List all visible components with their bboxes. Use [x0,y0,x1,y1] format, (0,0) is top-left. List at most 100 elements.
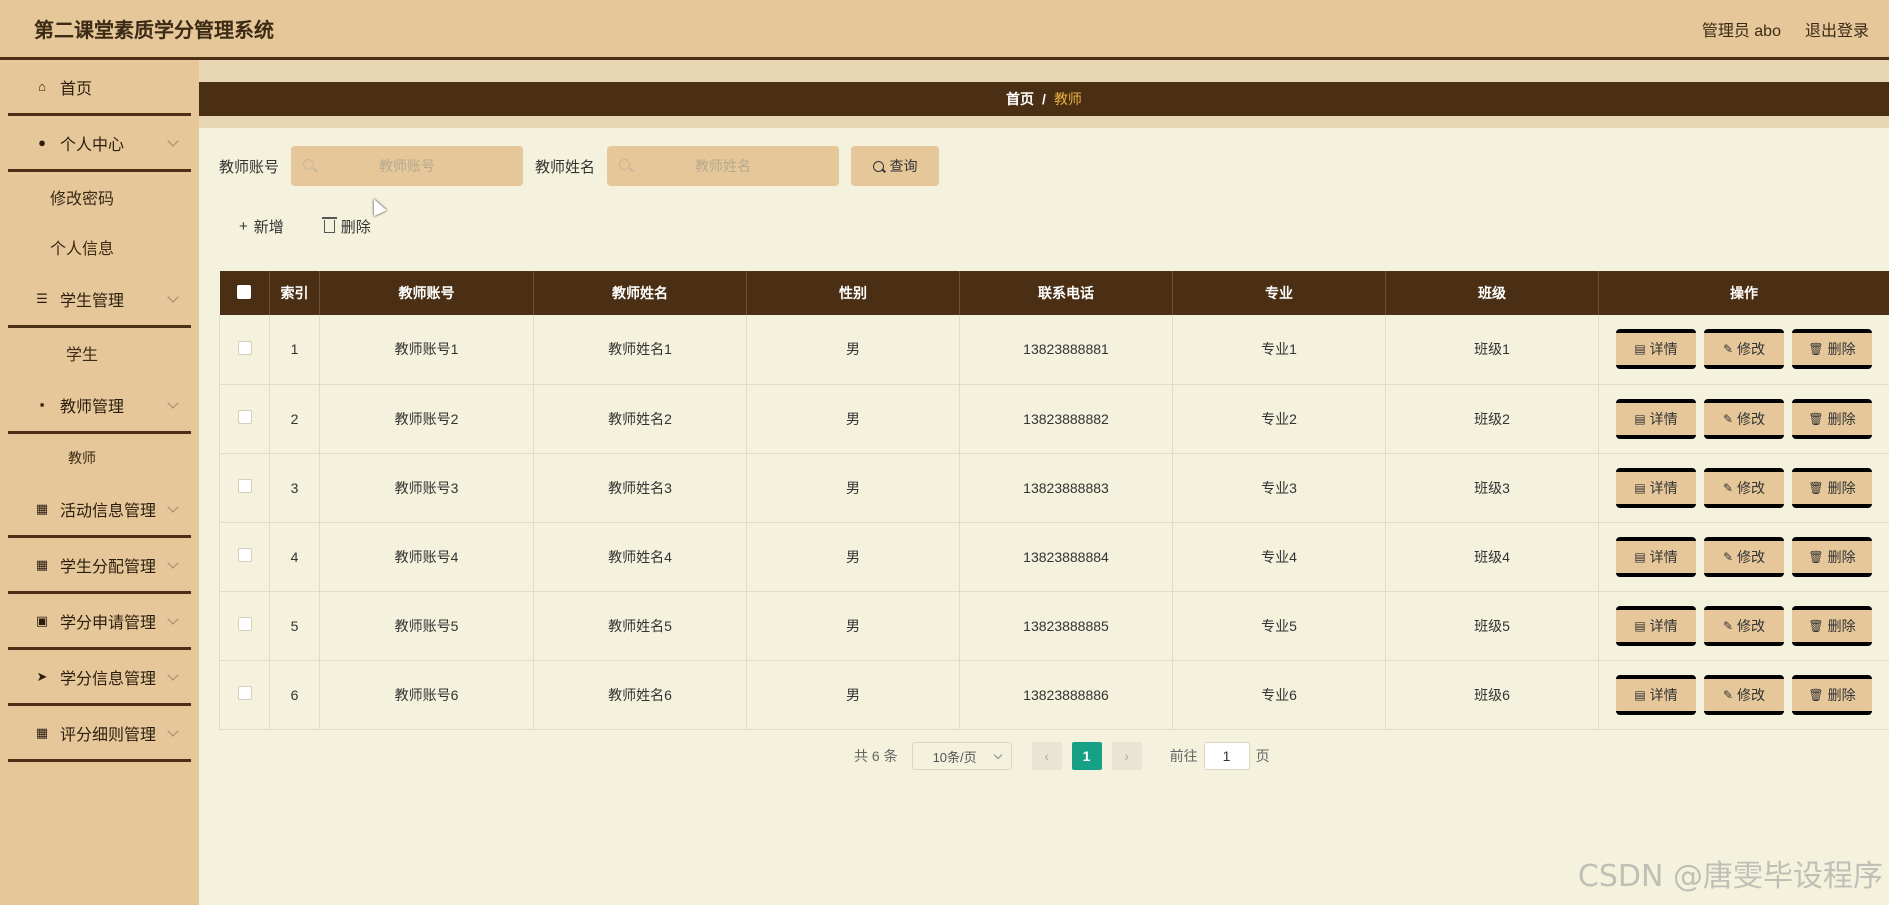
page-suffix: 页 [1255,748,1270,764]
row-checkbox[interactable] [237,340,252,355]
sidebar-item-activity-management[interactable]: ▦ 活动信息管理 [8,482,191,538]
cell-index: 2 [269,384,320,453]
document-icon: ▤ [1634,342,1646,357]
detail-button[interactable]: ▤ 详情 [1616,605,1696,646]
table-row: 1 教师账号1 教师姓名1 男 13823888881 专业1 班级1 ▤ 详情 ✎ 修改 🗑 删除 [219,315,1889,384]
column-header: 专业 [1172,271,1386,315]
breadcrumb-home[interactable]: 首页 [1006,89,1034,109]
search-icon [303,159,315,170]
sidebar-item-scoring-rules[interactable]: ▦ 评分细则管理 [8,706,191,762]
prev-page-button[interactable]: ‹ [1031,742,1062,770]
cell-index: 1 [269,315,320,384]
cell-class: 班级6 [1385,660,1599,729]
cell-name: 教师姓名5 [533,591,747,660]
detail-label: 详情 [1649,686,1678,703]
cell-class: 班级4 [1385,522,1599,591]
account-search-input[interactable]: 教师账号 [291,146,524,186]
row-checkbox[interactable] [237,410,252,424]
cell-major: 专业4 [1172,522,1386,591]
cell-operations: ▤ 详情 ✎ 修改 🗑 删除 [1598,453,1889,522]
trash-icon: 🗑 [1808,480,1824,495]
sidebar-subitem-student[interactable]: 学生 [8,328,191,378]
detail-button[interactable]: ▤ 详情 [1616,536,1696,577]
detail-button[interactable]: ▤ 详情 [1616,674,1696,715]
column-header: 操作 [1598,271,1889,315]
cell-index: 4 [269,522,320,591]
edit-label: 修改 [1737,410,1766,427]
name-search-input[interactable]: 教师姓名 [607,146,840,186]
row-checkbox[interactable] [237,479,252,493]
cell-name: 教师姓名3 [533,453,747,522]
query-button[interactable]: 查询 [851,146,940,186]
detail-button[interactable]: ▤ 详情 [1616,467,1696,508]
sidebar-item-student-management[interactable]: ☰ 学生管理 [8,272,191,328]
cell-operations: ▤ 详情 ✎ 修改 🗑 删除 [1598,522,1889,591]
add-button[interactable]: + 新增 [239,216,284,237]
delete-button[interactable]: 🗑 删除 [1792,674,1872,715]
grid-icon: ▦ [35,556,49,572]
cell-gender: 男 [746,660,960,729]
cell-phone: 13823888882 [959,384,1173,453]
edit-button[interactable]: ✎ 修改 [1704,536,1784,577]
cell-index: 3 [269,453,320,522]
current-user[interactable]: 管理员 abo [1702,17,1781,41]
detail-button[interactable]: ▤ 详情 [1616,329,1696,370]
delete-button[interactable]: 🗑 删除 [1792,329,1872,370]
page-size-select[interactable]: 10条/页 [911,742,1012,770]
document-icon: ▤ [1634,549,1646,564]
cell-gender: 男 [746,522,960,591]
name-label: 教师姓名 [535,158,596,176]
main-content: 首页 / 教师 教师账号 教师账号 教师姓名 教师姓名 查询 + 新增 删除 索… [199,60,1889,905]
edit-button[interactable]: ✎ 修改 [1704,329,1784,370]
row-checkbox[interactable] [237,686,252,700]
delete-button[interactable]: 🗑 删除 [1792,467,1872,508]
sidebar-item-personal-center[interactable]: ● 个人中心 [8,116,191,172]
sidebar-item-credit-application[interactable]: ▣ 学分申请管理 [8,594,191,650]
row-checkbox[interactable] [237,617,252,631]
sidebar-item-label: 教师管理 [60,398,125,416]
delete-button[interactable]: 🗑 删除 [1792,536,1872,577]
edit-button[interactable]: ✎ 修改 [1704,398,1784,439]
breadcrumb-separator: / [1042,91,1046,107]
row-checkbox[interactable] [237,548,252,562]
row-select-cell [219,591,270,660]
cell-class: 班级3 [1385,453,1599,522]
sidebar-item-teacher-management[interactable]: ▪ 教师管理 [8,378,191,434]
detail-button[interactable]: ▤ 详情 [1616,398,1696,439]
trash-icon: 🗑 [1808,342,1824,357]
sidebar-item-credit-info[interactable]: ➤ 学分信息管理 [8,650,191,706]
select-all-checkbox[interactable] [237,284,252,299]
batch-delete-button[interactable]: 删除 [321,216,371,237]
delete-button[interactable]: 🗑 删除 [1792,398,1872,439]
next-page-button[interactable]: › [1111,742,1142,770]
cell-major: 专业5 [1172,591,1386,660]
search-icon [872,160,884,172]
edit-button[interactable]: ✎ 修改 [1704,674,1784,715]
sidebar-item-label: 学生管理 [60,292,125,310]
cell-name: 教师姓名4 [533,522,747,591]
sidebar-subitem-teacher[interactable]: 教师 [8,434,191,482]
send-icon: ➤ [36,668,48,684]
row-select-cell [219,522,270,591]
column-header: 性别 [746,271,960,315]
goto-page-input[interactable]: 1 [1203,742,1250,770]
sidebar-subitem-change-password[interactable]: 修改密码 [8,172,191,222]
edit-button[interactable]: ✎ 修改 [1704,605,1784,646]
cell-index: 5 [269,591,320,660]
sidebar-subitem-personal-info[interactable]: 个人信息 [8,222,191,272]
edit-button[interactable]: ✎ 修改 [1704,467,1784,508]
page-number-current[interactable]: 1 [1071,742,1102,770]
table-row: 2 教师账号2 教师姓名2 男 13823888882 专业2 班级2 ▤ 详情 ✎ 修改 🗑 删除 [219,384,1889,453]
cell-phone: 13823888886 [959,660,1173,729]
pencil-icon: ✎ [1722,618,1734,633]
sidebar-item-student-assignment[interactable]: ▦ 学生分配管理 [8,538,191,594]
delete-button[interactable]: 🗑 删除 [1792,605,1872,646]
cell-operations: ▤ 详情 ✎ 修改 🗑 删除 [1598,384,1889,453]
grid-icon: ▦ [35,724,49,740]
search-icon [619,159,631,170]
sidebar-item-home[interactable]: ⌂ 首页 [8,60,191,116]
pencil-icon: ✎ [1722,687,1734,702]
cell-class: 班级2 [1385,384,1599,453]
table-row: 3 教师账号3 教师姓名3 男 13823888883 专业3 班级3 ▤ 详情 ✎ 修改 🗑 删除 [219,453,1889,522]
logout-link[interactable]: 退出登录 [1805,17,1869,41]
